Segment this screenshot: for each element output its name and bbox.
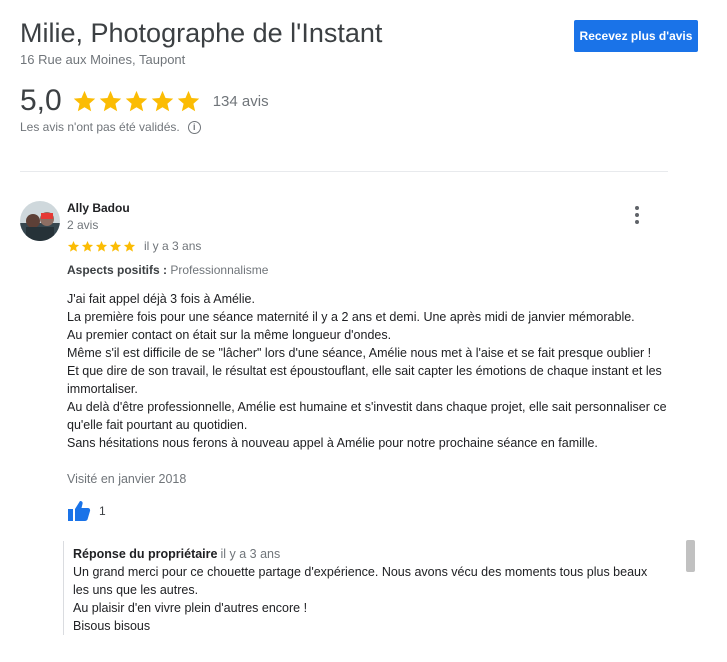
more-dot <box>635 220 639 224</box>
review-line: Et que dire de son travail, le résultat … <box>67 364 662 396</box>
more-dot <box>635 206 639 210</box>
review-line: Au premier contact on était sur la même … <box>67 328 392 342</box>
review-stars <box>67 240 136 253</box>
review-line: Au delà d'être professionnelle, Amélie e… <box>67 400 667 432</box>
review-line: J'ai fait appel déjà 3 fois à Amélie. <box>67 292 255 306</box>
rating-stars <box>72 89 201 114</box>
thumbs-up-icon[interactable] <box>67 500 91 522</box>
review-date: il y a 3 ans <box>144 239 202 253</box>
avatar-image <box>20 201 60 241</box>
reviewer-review-count: 2 avis <box>67 218 99 232</box>
info-icon[interactable]: i <box>187 120 201 134</box>
star-icon <box>99 90 121 111</box>
rating-summary: 5,0 134 avis <box>20 84 269 118</box>
star-icon <box>109 240 122 252</box>
star-icon <box>95 240 108 252</box>
review-aspects: Aspects positifs : Professionnalisme <box>67 263 268 277</box>
avatar[interactable] <box>20 201 60 241</box>
reviews-not-validated-note: Les avis n'ont pas été validés. i <box>20 120 201 134</box>
aspects-label: Aspects positifs : <box>67 263 168 277</box>
not-validated-text: Les avis n'ont pas été validés. <box>20 120 180 134</box>
review-line: La première fois pour une séance materni… <box>67 310 635 324</box>
review-rating: il y a 3 ans <box>67 239 201 253</box>
review-line: Sans hésitations nous ferons à nouveau a… <box>67 436 598 450</box>
owner-line: Au plaisir d'en vivre plein d'autres enc… <box>73 601 308 615</box>
star-icon <box>125 90 147 111</box>
business-reviews-panel: Milie, Photographe de l'Instant 16 Rue a… <box>0 0 727 662</box>
more-vert-icon[interactable] <box>627 205 647 225</box>
star-icon <box>177 90 199 111</box>
rating-value: 5,0 <box>20 84 62 117</box>
get-more-reviews-button[interactable]: Recevez plus d'avis <box>574 20 698 52</box>
more-dot <box>635 213 639 217</box>
owner-response-label: Réponse du propriétaire <box>73 547 218 561</box>
reviewer-name[interactable]: Ally Badou <box>67 201 130 215</box>
review-text: J'ai fait appel déjà 3 fois à Amélie. La… <box>67 290 673 452</box>
star-icon <box>81 240 94 252</box>
star-icon <box>73 90 95 111</box>
owner-line: Bisous bisous <box>73 619 151 633</box>
owner-line: Un grand merci pour ce chouette partage … <box>73 565 648 597</box>
owner-response-text: Un grand merci pour ce chouette partage … <box>73 563 653 635</box>
like-control[interactable]: 1 <box>67 500 106 522</box>
star-icon <box>67 240 80 252</box>
star-icon <box>151 90 173 111</box>
scrollbar-thumb[interactable] <box>686 540 695 572</box>
review-line: Même s'il est difficile de se "lâcher" l… <box>67 346 652 360</box>
visit-date: Visité en janvier 2018 <box>67 472 187 486</box>
owner-response-header: Réponse du propriétaire il y a 3 ans <box>73 547 673 561</box>
star-icon <box>123 240 136 252</box>
business-address: 16 Rue aux Moines, Taupont <box>20 52 186 67</box>
business-title: Milie, Photographe de l'Instant <box>20 18 383 48</box>
divider <box>20 171 668 172</box>
owner-response: Réponse du propriétaire il y a 3 ans Un g… <box>63 541 673 635</box>
owner-response-date: il y a 3 ans <box>220 547 281 561</box>
aspects-value: Professionnalisme <box>170 263 269 277</box>
like-count: 1 <box>99 504 106 518</box>
reviews-count-link[interactable]: 134 avis <box>213 93 269 110</box>
